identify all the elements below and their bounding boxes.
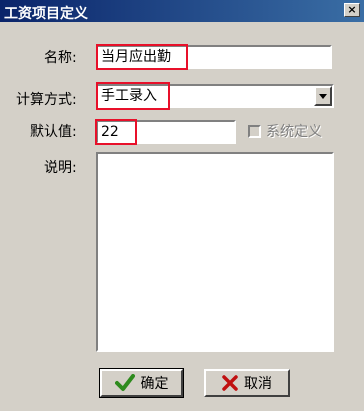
chevron-down-icon[interactable] bbox=[314, 86, 332, 106]
cancel-button[interactable]: 取消 bbox=[204, 369, 290, 397]
name-field[interactable]: 当月应出勤 bbox=[96, 45, 332, 69]
ok-button[interactable]: 确定 bbox=[99, 368, 184, 398]
default-value-text: 22 bbox=[101, 124, 119, 140]
name-label: 名称: bbox=[44, 50, 77, 66]
system-defined-checkbox[interactable] bbox=[248, 125, 261, 138]
cancel-label: 取消 bbox=[244, 376, 272, 392]
close-button[interactable]: × bbox=[344, 3, 360, 17]
description-label: 说明: bbox=[44, 160, 77, 176]
title-bar: 工资项目定义 × bbox=[0, 0, 364, 22]
system-defined-label: 系统定义 bbox=[266, 124, 322, 140]
calc-method-label: 计算方式: bbox=[16, 92, 77, 108]
checkmark-icon bbox=[114, 374, 135, 391]
calc-method-value: 手工录入 bbox=[101, 88, 157, 104]
name-value: 当月应出勤 bbox=[101, 49, 171, 65]
window-title: 工资项目定义 bbox=[4, 6, 88, 22]
calc-method-select[interactable]: 手工录入 bbox=[96, 84, 334, 108]
description-textarea[interactable] bbox=[96, 152, 334, 352]
default-value-label: 默认值: bbox=[30, 124, 77, 140]
x-icon bbox=[222, 375, 238, 391]
default-value-field[interactable]: 22 bbox=[96, 120, 236, 144]
ok-label: 确定 bbox=[140, 376, 169, 392]
